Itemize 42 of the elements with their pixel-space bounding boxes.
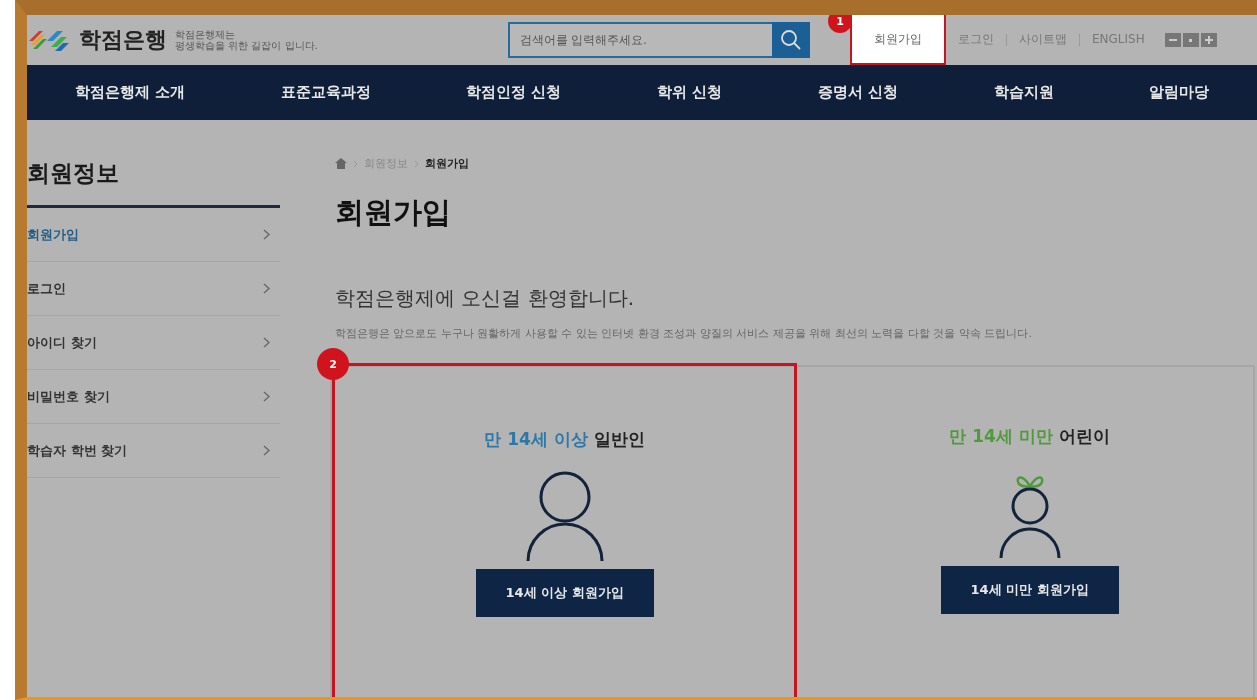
home-icon[interactable] [335, 158, 347, 169]
person-icon [525, 471, 604, 563]
nav-item[interactable]: 학위 신청 [657, 83, 723, 102]
search-button[interactable] [772, 22, 810, 58]
nav-item[interactable]: 학점은행제 소개 [74, 83, 185, 102]
step-badge: 2 [317, 348, 349, 380]
chevron-right-icon [414, 159, 419, 168]
nav-item[interactable]: 증명서 신청 [817, 83, 899, 102]
signup-button[interactable]: 14세 미만 회원가입 [940, 566, 1119, 614]
nav-item[interactable]: 학점인정 신청 [466, 83, 562, 102]
zoom-in-button[interactable] [1200, 33, 1217, 47]
welcome-description: 학점은행은 앞으로도 누구나 원활하게 사용할 수 있는 인터넷 환경 조성과 양질의 서비스 제공을 위해 최선의 노력을 다할 것을 약속 드립니다. [335, 326, 1033, 341]
search-icon [780, 29, 802, 51]
nav-item[interactable]: 표준교육과정 [280, 83, 371, 102]
chevron-right-icon [263, 283, 270, 294]
sidebar-item[interactable]: 학습자 학번 찾기 [27, 424, 280, 478]
card-title: 만 14세 미만 어린이 [949, 425, 1110, 448]
zoom-out-button[interactable] [1164, 33, 1181, 47]
breadcrumb-link[interactable]: 회원가입 [425, 156, 469, 171]
zoom-reset-button[interactable] [1182, 33, 1199, 47]
signup-button[interactable]: 14세 이상 회원가입 [475, 569, 654, 617]
chevron-right-icon [263, 229, 270, 240]
chevron-right-icon [353, 159, 358, 168]
plus-icon [1204, 36, 1213, 44]
nav-item[interactable]: 알림마당 [1149, 83, 1210, 102]
chevron-right-icon [263, 391, 270, 402]
sidebar-title: 회원정보 [27, 158, 280, 208]
page-title: 회원가입 [335, 194, 452, 231]
site-tagline: 학점은행제는 평생학습을 위한 길잡이 입니다. [175, 29, 318, 51]
step-badge: 1 [828, 15, 852, 33]
search-field[interactable]: 검색어를 입력해주세요. [508, 22, 772, 58]
card-title: 만 14세 이상 일반인 [484, 428, 645, 451]
minus-icon [1168, 39, 1177, 41]
chevron-right-icon [263, 337, 270, 348]
welcome-heading: 학점은행제에 오신걸 환영합니다. [335, 285, 636, 312]
sidebar-item[interactable]: 비밀번호 찾기 [27, 370, 280, 424]
sidebar-item[interactable]: 아이디 찾기 [27, 316, 280, 370]
sidebar-item[interactable]: 로그인 [27, 262, 280, 316]
chevron-right-icon [263, 445, 270, 456]
nav-item[interactable]: 학습지원 [993, 83, 1054, 102]
site-logo-title[interactable]: 학점은행 [79, 25, 167, 55]
util-link[interactable]: 회원가입 [850, 15, 946, 65]
